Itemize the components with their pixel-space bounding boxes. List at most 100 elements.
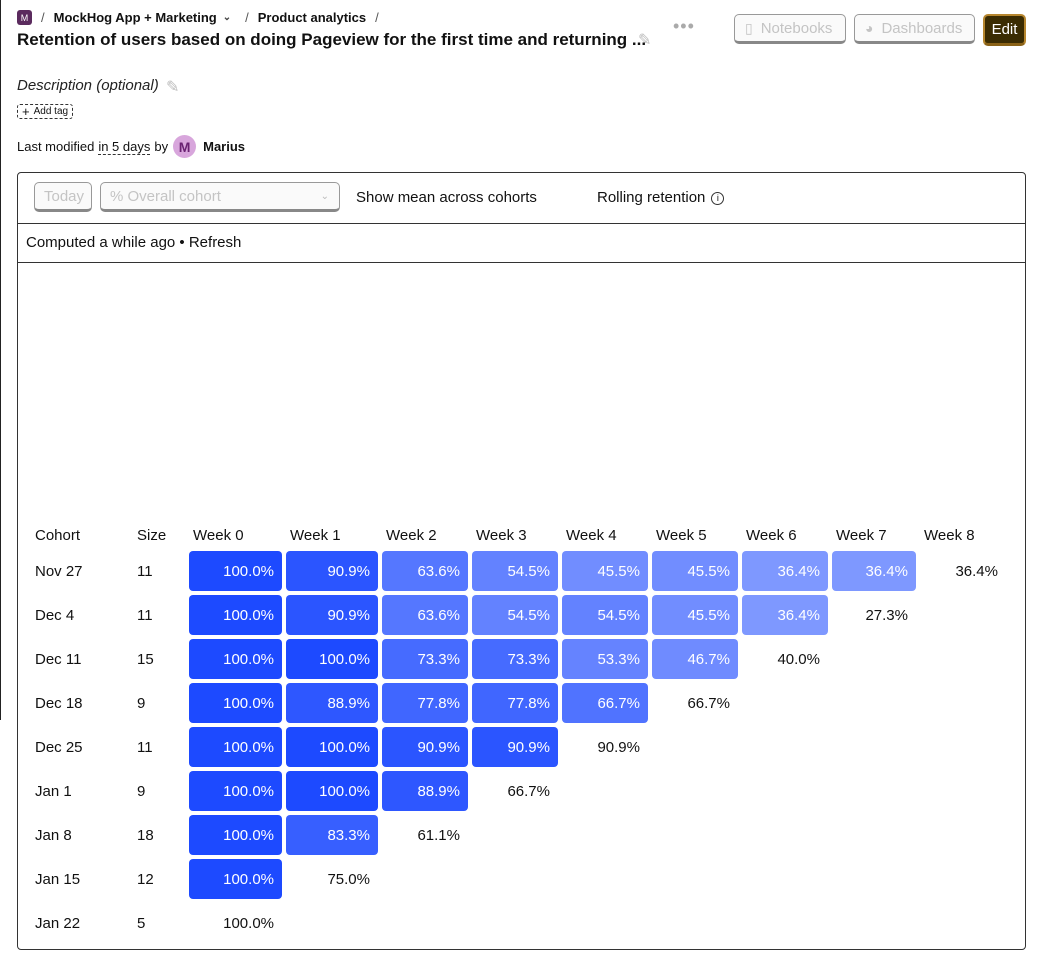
retention-cell[interactable]: 100.0%: [189, 771, 282, 811]
modified-time[interactable]: in 5 days: [98, 139, 151, 155]
retention-cell[interactable]: 90.9%: [286, 551, 378, 591]
table-row: Dec 4 11 100.0% 90.9% 63.6% 54.5% 54.5% 45.5% 36…: [31, 595, 1006, 635]
retention-cell[interactable]: 54.5%: [562, 595, 648, 635]
retention-cell[interactable]: 36.4%: [742, 595, 828, 635]
retention-cell[interactable]: 45.5%: [652, 595, 738, 635]
cohort-label: Jan 1: [35, 782, 72, 800]
table-row: Jan 1 9 100.0% 100.0% 88.9% 66.7%: [31, 771, 1006, 811]
retention-cell[interactable]: 36.4%: [742, 551, 828, 591]
retention-cell[interactable]: 100.0%: [189, 683, 282, 723]
retention-cell[interactable]: 90.9%: [562, 727, 648, 767]
breadcrumb: M / MockHog App + Marketing ⌄ / Product …: [17, 10, 388, 25]
retention-toolbar: Today % Overall cohort ⌄ Show mean acros…: [18, 173, 1025, 224]
retention-cell[interactable]: 100.0%: [286, 639, 378, 679]
retention-cell[interactable]: 54.5%: [472, 551, 558, 591]
cohort-size: 9: [137, 694, 146, 712]
column-header: Cohort: [35, 526, 81, 544]
retention-cell[interactable]: 77.8%: [472, 683, 558, 723]
table-row: Jan 22 5 100.0%: [31, 903, 1006, 943]
breadcrumb-project[interactable]: MockHog App + Marketing: [54, 10, 217, 25]
avatar: M: [173, 135, 197, 158]
retention-cell[interactable]: 88.9%: [382, 771, 468, 811]
table-row: Jan 8 18 100.0% 83.3% 61.1%: [31, 815, 1006, 855]
retention-cell[interactable]: 61.1%: [382, 815, 468, 855]
retention-cell[interactable]: 73.3%: [382, 639, 468, 679]
edit-title-pencil-icon[interactable]: ✎: [638, 30, 651, 50]
column-header: Week 8: [924, 526, 975, 544]
column-header: Week 6: [746, 526, 797, 544]
retention-table: Cohort Size Week 0 Week 1 Week 2 Week 3 Week 4…: [27, 519, 1010, 947]
retention-cell[interactable]: 100.0%: [189, 639, 282, 679]
retention-cell[interactable]: 90.9%: [382, 727, 468, 767]
retention-cell[interactable]: 83.3%: [286, 815, 378, 855]
cohort-label: Dec 11: [35, 650, 82, 668]
dashboards-button[interactable]: ◕ Dashboards: [854, 14, 975, 44]
retention-cell[interactable]: 90.9%: [472, 727, 558, 767]
info-icon[interactable]: i: [711, 192, 725, 205]
retention-cell[interactable]: 66.7%: [652, 683, 738, 723]
more-options-icon[interactable]: •••: [673, 16, 695, 37]
retention-cell[interactable]: 45.5%: [562, 551, 648, 591]
retention-cell[interactable]: 100.0%: [286, 771, 378, 811]
retention-cell[interactable]: 75.0%: [286, 859, 378, 899]
rolling-retention-toggle[interactable]: Rolling retention i: [597, 189, 725, 206]
cohort-select[interactable]: % Overall cohort ⌄: [100, 182, 340, 212]
notebooks-button[interactable]: ▯ Notebooks: [734, 14, 846, 44]
retention-cell[interactable]: 100.0%: [189, 727, 282, 767]
retention-cell[interactable]: 100.0%: [189, 815, 282, 855]
column-header: Week 0: [193, 526, 244, 544]
retention-cell[interactable]: 53.3%: [562, 639, 648, 679]
edit-button[interactable]: Edit: [983, 14, 1026, 46]
retention-cell[interactable]: 100.0%: [189, 595, 282, 635]
retention-cell[interactable]: 63.6%: [382, 551, 468, 591]
date-range-button[interactable]: Today: [34, 182, 92, 212]
table-row: Jan 15 12 100.0% 75.0%: [31, 859, 1006, 899]
retention-cell[interactable]: 54.5%: [472, 595, 558, 635]
cohort-label: Nov 27: [35, 562, 83, 580]
cohort-size: 5: [137, 914, 146, 932]
gauge-icon: ◕: [865, 20, 874, 36]
insight-panel: Today % Overall cohort ⌄ Show mean acros…: [17, 172, 1026, 950]
table-header: Cohort Size Week 0 Week 1 Week 2 Week 3 Week 4…: [31, 523, 1006, 547]
retention-cell[interactable]: 73.3%: [472, 639, 558, 679]
retention-cell[interactable]: 66.7%: [472, 771, 558, 811]
cohort-label: Dec 4: [35, 606, 75, 624]
retention-cell[interactable]: 66.7%: [562, 683, 648, 723]
table-row: Dec 25 11 100.0% 100.0% 90.9% 90.9% 90.9%: [31, 727, 1006, 767]
retention-cell[interactable]: 88.9%: [286, 683, 378, 723]
org-avatar[interactable]: M: [17, 10, 32, 25]
retention-cell[interactable]: 100.0%: [189, 903, 282, 943]
retention-cell[interactable]: 46.7%: [652, 639, 738, 679]
retention-cell[interactable]: 27.3%: [832, 595, 916, 635]
cohort-label: Dec 18: [35, 694, 83, 712]
retention-cell[interactable]: 90.9%: [286, 595, 378, 635]
computed-status: Computed a while ago • Refresh: [18, 223, 1025, 263]
last-modified: Last modified in 5 days by M Marius: [17, 135, 245, 158]
retention-cell[interactable]: 100.0%: [189, 859, 282, 899]
cohort-size: 11: [137, 562, 153, 580]
column-header: Week 2: [386, 526, 437, 544]
show-mean-toggle[interactable]: Show mean across cohorts: [356, 189, 537, 206]
retention-cell[interactable]: 100.0%: [286, 727, 378, 767]
cohort-size: 12: [137, 870, 154, 888]
retention-cell[interactable]: 36.4%: [832, 551, 916, 591]
retention-cell[interactable]: 40.0%: [742, 639, 828, 679]
cohort-size: 11: [137, 738, 153, 756]
breadcrumb-section[interactable]: Product analytics: [258, 10, 366, 25]
notebook-icon: ▯: [745, 19, 753, 36]
column-header: Week 3: [476, 526, 527, 544]
retention-cell[interactable]: 77.8%: [382, 683, 468, 723]
retention-cell[interactable]: 36.4%: [920, 551, 1006, 591]
retention-cell[interactable]: 63.6%: [382, 595, 468, 635]
column-header: Week 5: [656, 526, 707, 544]
chevron-down-icon[interactable]: ⌄: [223, 12, 231, 23]
description-field[interactable]: Description (optional): [17, 77, 159, 94]
modified-user: Marius: [203, 139, 246, 154]
page-title[interactable]: Retention of users based on doing Pagevi…: [17, 30, 646, 50]
edit-description-pencil-icon[interactable]: ✎: [166, 77, 179, 97]
retention-cell[interactable]: 45.5%: [652, 551, 738, 591]
table-row: Dec 11 15 100.0% 100.0% 73.3% 73.3% 53.3% 46.7%…: [31, 639, 1006, 679]
column-header: Size: [137, 526, 167, 544]
add-tag-button[interactable]: + Add tag: [17, 104, 74, 119]
retention-cell[interactable]: 100.0%: [189, 551, 282, 591]
